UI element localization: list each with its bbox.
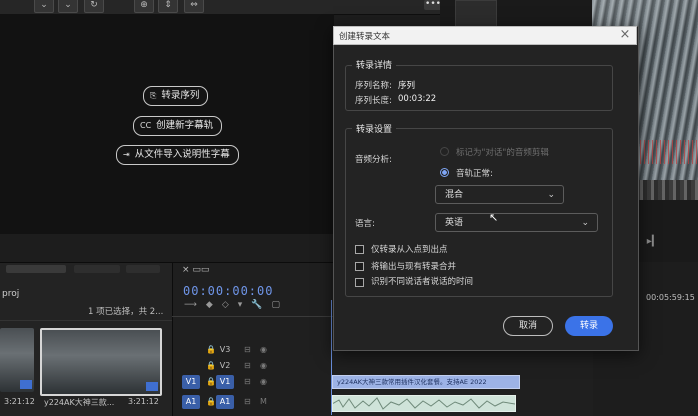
checkbox-speakers[interactable] xyxy=(355,278,364,287)
timeline-video-clip[interactable]: y224AK大神三款常用插件汉化套餐。支持AE 2022 xyxy=(332,375,520,389)
project-clip-selected[interactable] xyxy=(40,328,162,396)
lock-icon[interactable]: 🔒 xyxy=(206,361,216,370)
extract-icon[interactable]: ⇔ xyxy=(184,0,204,13)
tab-sequence[interactable]: × ▭▭ xyxy=(182,265,209,275)
timeline-tools[interactable]: ⟶◆◇▾🔧▢ xyxy=(184,300,324,312)
option-dialogue-label: 标记为"对话"的音频剪辑 xyxy=(456,148,549,158)
lock-icon[interactable]: 🔒 xyxy=(206,377,216,386)
sync-icon[interactable]: ⊟ xyxy=(244,345,251,354)
selection-status: 1 项已选择，共 2... xyxy=(88,307,164,317)
track-label[interactable]: A1 xyxy=(216,395,234,409)
source-patch[interactable]: A1 xyxy=(182,395,200,409)
track-v3[interactable]: 🔒 V3 ⊟ ◉ xyxy=(172,343,332,359)
tab-libraries[interactable] xyxy=(126,265,160,273)
sequence-badge-icon xyxy=(20,380,32,389)
import-captions-button[interactable]: ⇥ 从文件导入说明性字幕 xyxy=(116,145,239,165)
project-tabs[interactable] xyxy=(0,262,172,280)
dialog-title: 创建转录文本 xyxy=(339,32,391,42)
step-forward-icon[interactable]: ▸▎ xyxy=(647,236,660,247)
timeline-audio-clip[interactable] xyxy=(332,395,516,412)
radio-dialogue[interactable] xyxy=(440,147,449,156)
add-marker-icon[interactable]: ⊕ xyxy=(134,0,154,13)
checkbox-speakers-label: 识别不同说话者说话的时间 xyxy=(371,277,474,287)
mute-icon[interactable]: M xyxy=(260,397,267,406)
thumbnail xyxy=(455,0,497,28)
track-label[interactable]: V1 xyxy=(216,375,234,389)
source-patch[interactable] xyxy=(182,343,200,357)
tab-project[interactable] xyxy=(6,265,66,273)
mix-dropdown[interactable]: 混合 ⌄ xyxy=(435,185,564,204)
chevron-down-icon[interactable]: ⌄ xyxy=(58,0,78,13)
cc-icon: CC xyxy=(140,121,152,130)
chevron-down-icon: ⌄ xyxy=(581,218,589,228)
eye-icon[interactable]: ◉ xyxy=(260,377,267,386)
transcribe-button[interactable]: 转录 xyxy=(565,316,613,336)
checkbox-merge[interactable] xyxy=(355,262,364,271)
eye-icon[interactable]: ◉ xyxy=(260,361,267,370)
sync-icon[interactable]: ⊟ xyxy=(244,377,251,386)
waveform xyxy=(332,397,516,410)
chevron-down-icon[interactable]: ⌄ xyxy=(34,0,54,13)
sync-icon[interactable]: ⊟ xyxy=(244,361,251,370)
eye-icon[interactable]: ◉ xyxy=(260,345,267,354)
track-v2[interactable]: 🔒 V2 ⊟ ◉ xyxy=(172,359,332,375)
project-clip[interactable] xyxy=(0,328,34,392)
sequence-length-label: 序列长度: xyxy=(355,96,392,106)
clip-duration: 3:21:12 xyxy=(128,397,159,406)
checkbox-merge-label: 将输出与现有转录合并 xyxy=(371,262,457,272)
transcript-icon: ⎘ xyxy=(150,91,157,100)
source-timecode: 00:05:59:15 xyxy=(646,293,695,302)
sequence-name-label: 序列名称: xyxy=(355,81,392,91)
track-v1[interactable]: V1 🔒 V1 ⊟ ◉ xyxy=(172,375,332,391)
transcribe-sequence-button[interactable]: ⎘ 转录序列 xyxy=(143,86,209,106)
import-icon: ⇥ xyxy=(123,150,130,159)
chevron-down-icon: ⌄ xyxy=(547,190,555,200)
sequence-badge-icon xyxy=(146,382,158,391)
details-legend: 转录详情 xyxy=(352,58,397,71)
lock-icon[interactable]: 🔒 xyxy=(206,397,216,406)
create-captions-button[interactable]: CC 创建新字幕轨 xyxy=(133,116,223,136)
mouse-cursor-icon: ↖ xyxy=(489,211,499,224)
language-dropdown[interactable]: 英语 ⌄ xyxy=(435,213,598,232)
source-patch[interactable] xyxy=(182,359,200,373)
audio-analysis-label: 音频分析: xyxy=(355,155,392,165)
track-a1[interactable]: A1 🔒 A1 ⊟ M xyxy=(172,395,332,411)
checkbox-in-out[interactable] xyxy=(355,245,364,254)
cancel-button[interactable]: 取消 xyxy=(503,316,553,336)
sync-icon[interactable]: ⊟ xyxy=(244,397,251,406)
option-track-label: 音轨正常: xyxy=(456,169,493,179)
audio-scrub xyxy=(636,140,698,164)
loop-icon[interactable]: ↻ xyxy=(84,0,104,13)
sequence-length: 00:03:22 xyxy=(398,94,437,104)
language-label: 语言: xyxy=(355,219,375,229)
project-path: proj xyxy=(2,289,20,299)
timeline-timecode[interactable]: 00:00:00:00 xyxy=(183,284,273,298)
close-icon[interactable]: × xyxy=(618,28,632,42)
sequence-name: 序列 xyxy=(398,81,416,91)
lift-icon[interactable]: ⇕ xyxy=(158,0,178,13)
track-label[interactable]: V3 xyxy=(216,343,234,357)
clip-duration: 3:21:12 xyxy=(4,397,35,406)
source-patch[interactable]: V1 xyxy=(182,375,200,389)
settings-legend: 转录设置 xyxy=(352,122,397,135)
track-label[interactable]: V2 xyxy=(216,359,234,373)
checkbox-in-out-label: 仅转录从入点到出点 xyxy=(371,245,448,255)
lock-icon[interactable]: 🔒 xyxy=(206,345,216,354)
divider xyxy=(0,320,172,321)
radio-track[interactable] xyxy=(440,168,449,177)
tab-media-browser[interactable] xyxy=(74,265,120,273)
clip-name: y224AK大神三款... xyxy=(44,398,115,407)
